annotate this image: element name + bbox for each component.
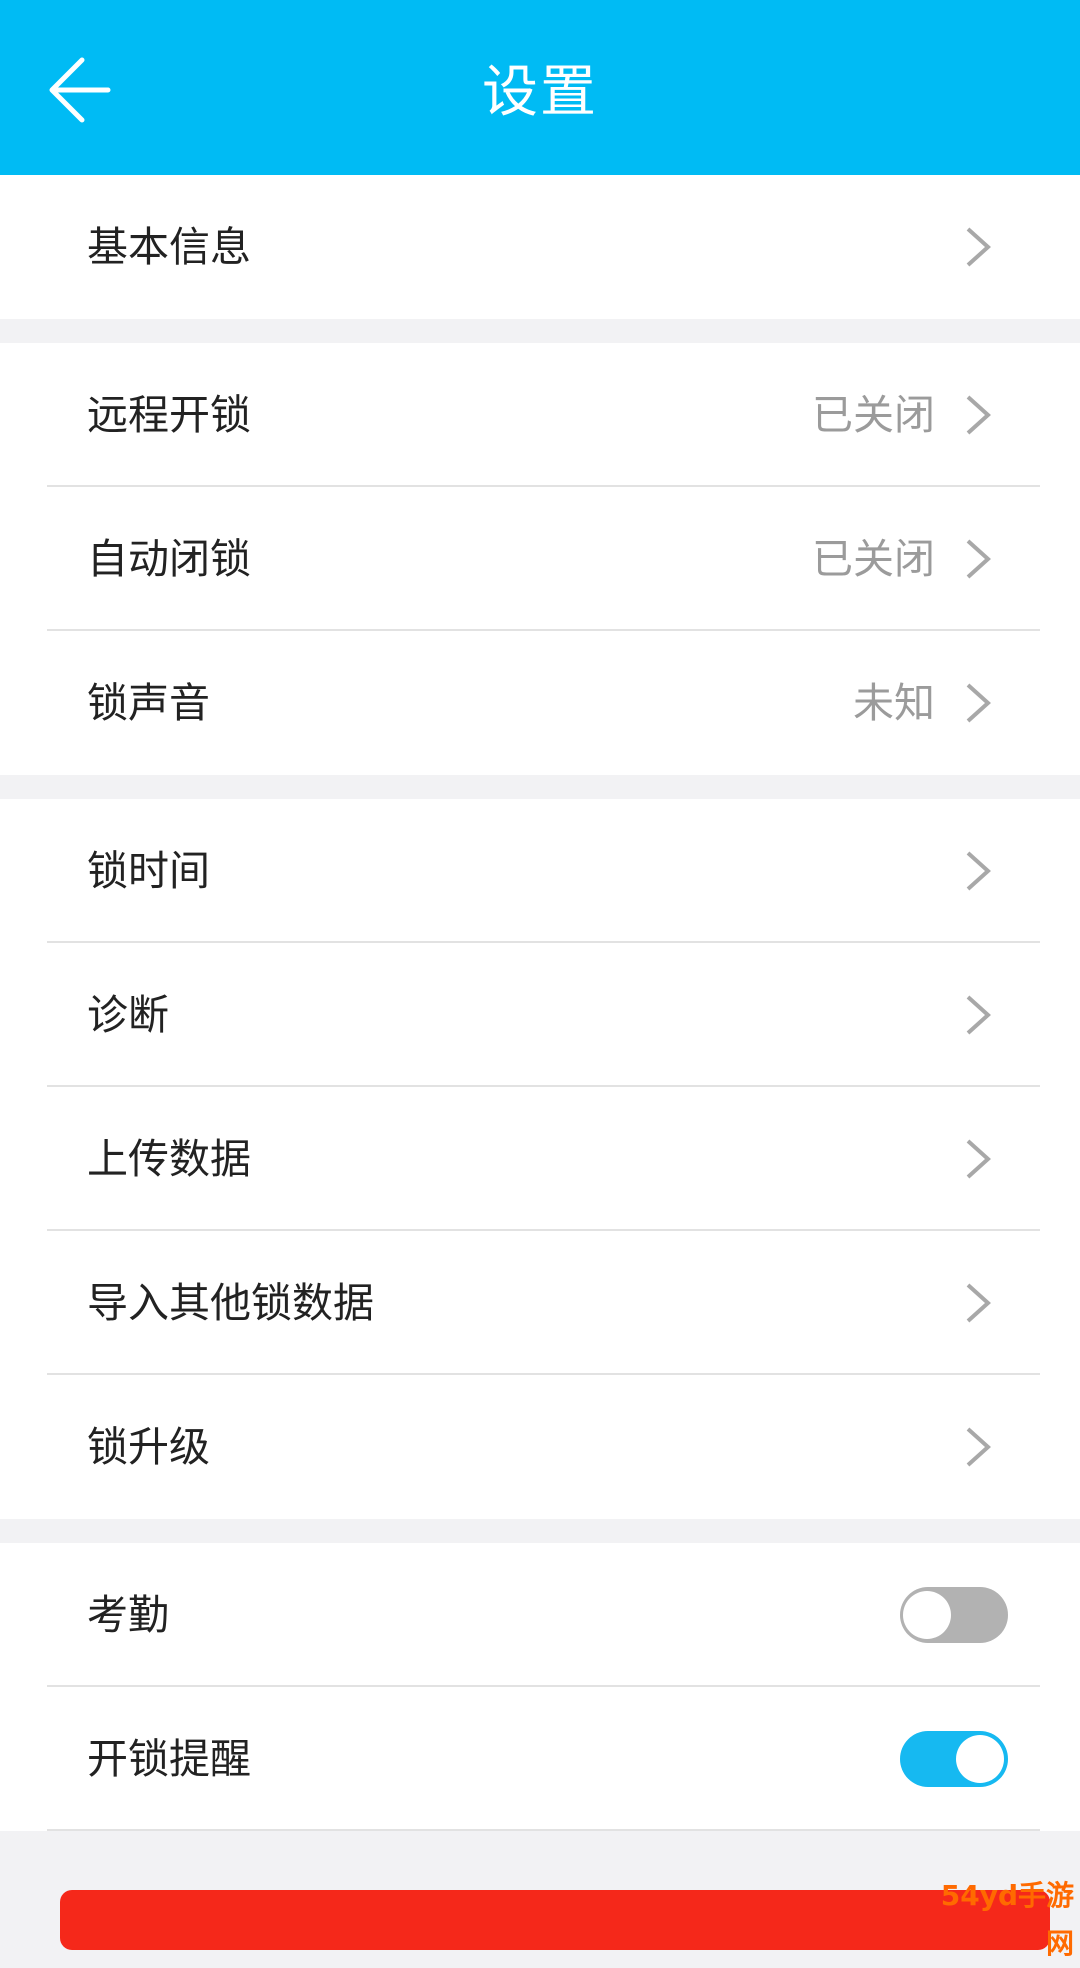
row-label: 考勤: [87, 1591, 169, 1639]
chevron-right-icon: [966, 227, 991, 267]
app-header: 设置: [0, 0, 1080, 175]
row-value: 未知: [853, 679, 935, 727]
chevron-right-icon: [966, 851, 991, 891]
row-label: 远程开锁: [87, 391, 251, 439]
chevron-right-icon: [966, 1427, 991, 1467]
settings-group-lock: 远程开锁 已关闭 自动闭锁 已关闭 锁声音 未知: [0, 343, 1080, 775]
row-label: 诊断: [87, 991, 169, 1039]
attendance-toggle[interactable]: [900, 1587, 1008, 1643]
chevron-right-icon: [966, 395, 991, 435]
chevron-right-icon: [966, 1283, 991, 1323]
settings-group-tools: 锁时间 诊断 上传数据 导入其他锁数据 锁升级: [0, 799, 1080, 1519]
chevron-right-icon: [966, 995, 991, 1035]
row-label: 导入其他锁数据: [87, 1279, 374, 1327]
row-label: 开锁提醒: [87, 1735, 251, 1783]
watermark-logo: 54yd手游网: [940, 1879, 1074, 1960]
delete-lock-button[interactable]: [60, 1890, 1050, 1950]
settings-group-toggles: 考勤 开锁提醒: [0, 1543, 1080, 1831]
row-label: 锁时间: [87, 847, 210, 895]
settings-row-remote-unlock[interactable]: 远程开锁 已关闭: [0, 343, 1080, 487]
settings-row-import-lock-data[interactable]: 导入其他锁数据: [0, 1231, 1080, 1375]
row-label: 锁声音: [87, 679, 210, 727]
page-title: 设置: [482, 60, 598, 125]
chevron-right-icon: [966, 683, 991, 723]
unlock-reminder-toggle[interactable]: [900, 1731, 1008, 1787]
toggle-knob: [956, 1735, 1004, 1783]
row-label: 上传数据: [87, 1135, 251, 1183]
row-label: 锁升级: [87, 1423, 210, 1471]
divider: [47, 1829, 1040, 1831]
settings-group-basic: 基本信息: [0, 175, 1080, 319]
settings-row-basic-info[interactable]: 基本信息: [0, 175, 1080, 319]
settings-row-unlock-reminder: 开锁提醒: [0, 1687, 1080, 1831]
chevron-right-icon: [966, 539, 991, 579]
settings-row-upload-data[interactable]: 上传数据: [0, 1087, 1080, 1231]
settings-row-lock-time[interactable]: 锁时间: [0, 799, 1080, 943]
settings-row-diagnose[interactable]: 诊断: [0, 943, 1080, 1087]
row-label: 基本信息: [87, 223, 251, 271]
settings-row-auto-lock[interactable]: 自动闭锁 已关闭: [0, 487, 1080, 631]
settings-row-attendance: 考勤: [0, 1543, 1080, 1687]
row-value: 已关闭: [812, 535, 935, 583]
chevron-right-icon: [966, 1139, 991, 1179]
row-value: 已关闭: [812, 391, 935, 439]
settings-row-lock-sound[interactable]: 锁声音 未知: [0, 631, 1080, 775]
toggle-knob: [903, 1591, 951, 1639]
row-label: 自动闭锁: [87, 535, 251, 583]
settings-row-lock-upgrade[interactable]: 锁升级: [0, 1375, 1080, 1519]
